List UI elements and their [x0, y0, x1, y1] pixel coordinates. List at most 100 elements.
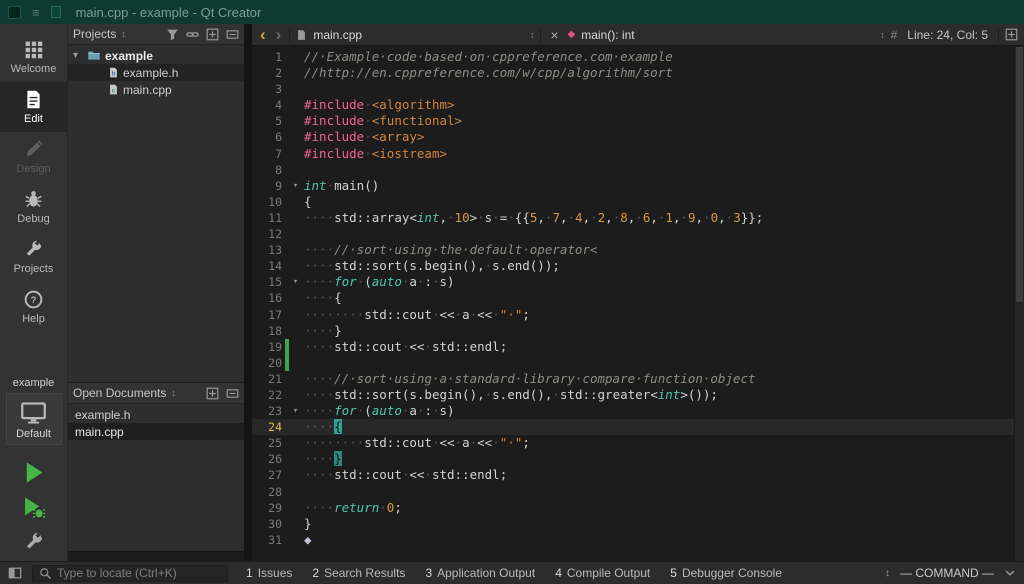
- build-button[interactable]: [17, 527, 51, 557]
- window-document-icon: [50, 6, 61, 18]
- output-pane-issues[interactable]: 1 Issues: [246, 566, 292, 580]
- code-line-30[interactable]: 30}: [252, 516, 1024, 532]
- close-document-button[interactable]: ×: [547, 27, 561, 43]
- code-line-2[interactable]: 2 //http://en.cppreference.com/w/cpp/algo…: [252, 65, 1024, 81]
- split-panel-icon[interactable]: [206, 28, 219, 41]
- code-line-8[interactable]: 8: [252, 162, 1024, 178]
- code-line-18[interactable]: 18 ····}: [252, 323, 1024, 339]
- locator-field[interactable]: [32, 564, 228, 582]
- open-file-dropdown[interactable]: main.cpp ↕: [296, 28, 534, 42]
- line-number: 10: [268, 194, 282, 209]
- fold-marker-icon[interactable]: ▾: [289, 178, 302, 194]
- code-line-6[interactable]: 6 #include·<array>: [252, 129, 1024, 145]
- scrollbar-handle[interactable]: [1016, 47, 1023, 302]
- fold-marker-icon[interactable]: ▾: [289, 403, 302, 419]
- mode-help[interactable]: ? Help: [0, 282, 67, 332]
- mode-projects[interactable]: Projects: [0, 232, 67, 282]
- code-text: ····{: [304, 290, 342, 306]
- toggle-sidebar-icon[interactable]: [8, 566, 22, 580]
- code-line-15[interactable]: 15 ▾ ····for·(auto·a·:·s): [252, 274, 1024, 290]
- close-panel-icon[interactable]: [226, 28, 239, 41]
- mode-label: Edit: [24, 113, 43, 125]
- filter-icon[interactable]: [166, 28, 179, 41]
- fold-margin: [289, 435, 302, 451]
- code-line-3[interactable]: 3: [252, 81, 1024, 97]
- code-line-1[interactable]: 1 //·Example·code·based·on·cppreference.c…: [252, 49, 1024, 65]
- output-pane-arrows-icon[interactable]: ↕: [885, 568, 890, 579]
- chevron-down-icon[interactable]: [1004, 567, 1016, 579]
- code-line-12[interactable]: 12: [252, 226, 1024, 242]
- expand-arrow-icon[interactable]: ▾: [73, 50, 83, 61]
- mode-edit[interactable]: Edit: [0, 82, 67, 132]
- split-panel-icon[interactable]: [206, 387, 219, 400]
- line-number: 31: [268, 532, 282, 547]
- run-button[interactable]: [17, 457, 51, 487]
- folder-icon: [87, 49, 101, 62]
- open-document-example.h[interactable]: example.h: [68, 406, 244, 423]
- code-editor[interactable]: 1 //·Example·code·based·on·cppreference.c…: [252, 46, 1024, 561]
- mode-debug[interactable]: Debug: [0, 182, 67, 232]
- fold-margin: [289, 49, 302, 65]
- code-line-11[interactable]: 11 ····std::array<int,·10>·s·=·{{5,·7,·4,…: [252, 210, 1024, 226]
- code-line-14[interactable]: 14 ····std::sort(s.begin(),·s.end());: [252, 258, 1024, 274]
- code-line-20[interactable]: 20: [252, 354, 1024, 371]
- tree-item-example.h[interactable]: h example.h: [68, 64, 244, 81]
- editor-scrollbar[interactable]: [1014, 46, 1024, 561]
- code-line-24[interactable]: 24 ····{: [252, 419, 1024, 436]
- fold-margin: [289, 242, 302, 258]
- open-documents-scrollbar[interactable]: [68, 551, 244, 561]
- tree-item-main.cpp[interactable]: c main.cpp: [68, 81, 244, 98]
- code-line-16[interactable]: 16 ····{: [252, 290, 1024, 306]
- code-line-23[interactable]: 23 ▾ ····for·(auto·a·:·s): [252, 403, 1024, 419]
- output-pane-compile-output[interactable]: 4 Compile Output: [555, 566, 650, 580]
- panel-editor-splitter[interactable]: [244, 24, 252, 561]
- fold-marker-icon[interactable]: ▾: [289, 274, 302, 290]
- code-line-21[interactable]: 21 ····//·sort·using·a·standard·library·c…: [252, 371, 1024, 387]
- output-pane-application-output[interactable]: 3 Application Output: [425, 566, 535, 580]
- panel-mode-dropdown-icon[interactable]: ↕: [121, 29, 126, 39]
- function-symbol-icon: ◆: [567, 29, 576, 40]
- go-forward-button[interactable]: ›: [274, 26, 284, 43]
- code-line-9[interactable]: 9 ▾ int·main(): [252, 178, 1024, 194]
- close-panel-icon[interactable]: [226, 387, 239, 400]
- mode-design: Design: [0, 132, 67, 182]
- sync-with-editor-icon[interactable]: [186, 28, 199, 41]
- line-number: 26: [268, 452, 282, 467]
- code-line-28[interactable]: 28: [252, 484, 1024, 500]
- design-pencil-icon: [23, 139, 44, 160]
- code-line-4[interactable]: 4 #include·<algorithm>: [252, 97, 1024, 113]
- code-line-7[interactable]: 7 #include·<iostream>: [252, 146, 1024, 162]
- help-circle-icon: ?: [23, 289, 44, 310]
- code-line-17[interactable]: 17 ········std::cout·<<·a·<<·"·";: [252, 307, 1024, 323]
- code-line-10[interactable]: 10 {: [252, 194, 1024, 210]
- code-line-26[interactable]: 26 ····}: [252, 451, 1024, 467]
- code-line-29[interactable]: 29 ····return·0;: [252, 500, 1024, 516]
- debug-run-button[interactable]: [17, 492, 51, 522]
- mode-welcome[interactable]: Welcome: [0, 32, 67, 82]
- line-number: 16: [268, 291, 282, 306]
- code-text: int·main(): [304, 177, 380, 193]
- go-back-button[interactable]: ‹: [258, 26, 268, 43]
- output-pane-debugger-console[interactable]: 5 Debugger Console: [670, 566, 782, 580]
- line-number: 5: [275, 114, 282, 129]
- code-line-31[interactable]: 31 ◆: [252, 532, 1024, 548]
- code-line-5[interactable]: 5 #include·<functional>: [252, 113, 1024, 129]
- fold-margin: [289, 162, 302, 178]
- app-icon[interactable]: [8, 5, 21, 19]
- tree-item-example[interactable]: ▾ example: [68, 47, 244, 64]
- open-document-main.cpp[interactable]: main.cpp: [68, 423, 244, 440]
- code-line-19[interactable]: 19 ····std::cout·<<·std::endl;: [252, 338, 1024, 355]
- panel-mode-dropdown-icon[interactable]: ↕: [171, 388, 176, 398]
- code-line-22[interactable]: 22 ····std::sort(s.begin(),·s.end(),·std:…: [252, 387, 1024, 403]
- dropdown-arrows-icon: ↕: [880, 29, 885, 40]
- file-icon: h: [108, 66, 119, 79]
- locator-input[interactable]: [57, 566, 209, 580]
- kit-selector-button[interactable]: Default: [5, 393, 62, 445]
- split-editor-icon[interactable]: [1005, 28, 1018, 41]
- symbol-dropdown[interactable]: ◆ main(): int ↕: [568, 28, 885, 42]
- code-line-27[interactable]: 27 ····std::cout·<<·std::endl;: [252, 467, 1024, 483]
- code-line-25[interactable]: 25 ········std::cout·<<·a·<<·"·";: [252, 435, 1024, 451]
- menu-icon[interactable]: ≡: [32, 5, 40, 20]
- code-line-13[interactable]: 13 ····//·sort·using·the·default·operator…: [252, 242, 1024, 258]
- output-pane-search-results[interactable]: 2 Search Results: [312, 566, 405, 580]
